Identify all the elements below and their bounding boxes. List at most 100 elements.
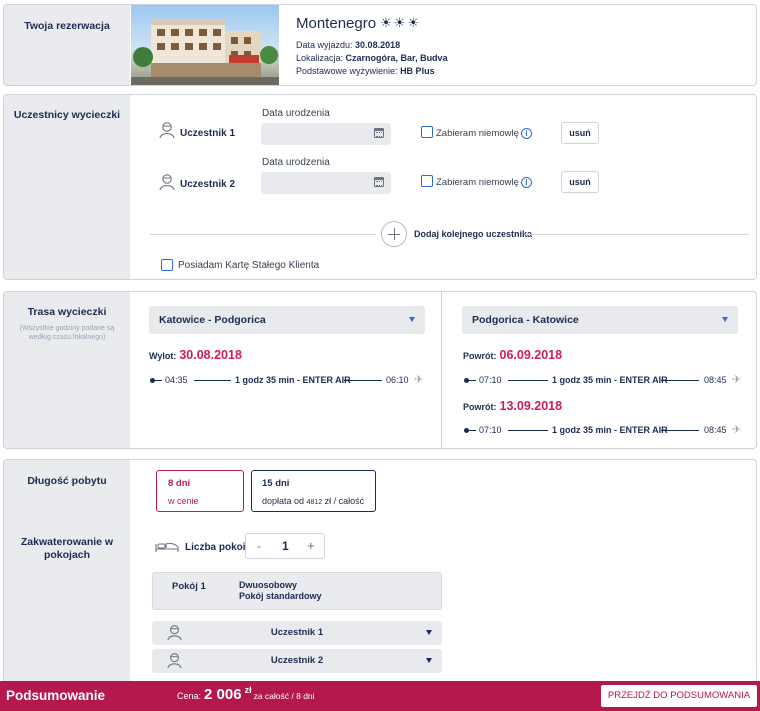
inbound-option-2-date-line[interactable]: Powrót: 13.09.2018 (463, 399, 562, 413)
stay-sidebar: Długość pobytu Zakwaterowanie w pokojach (4, 460, 130, 699)
room-name: Pokój 1 (172, 581, 206, 592)
plus-icon-vertical (394, 228, 395, 240)
participant-1-remove-button[interactable]: usuń (561, 122, 599, 144)
outbound-dep-time: 04:35 (165, 375, 188, 385)
add-participant-label[interactable]: Dodaj kolejnego uczestnika (414, 229, 532, 239)
participant-1-dob-label: Data urodzenia (262, 108, 330, 119)
stay-option-8-days[interactable]: 8 dni w cenie (156, 470, 244, 512)
rooms-stepper[interactable]: - 1 + (245, 533, 325, 559)
price-label: Cena: (177, 691, 202, 701)
flight-line (154, 380, 162, 381)
reservation-section: Twoja rezerwacja Montenegro ☀☀☀ Data wyj… (3, 4, 757, 86)
add-participant-button[interactable] (381, 221, 407, 247)
inbound-option-1-arr-time: 08:45 (704, 375, 727, 385)
info-icon[interactable]: i (521, 177, 532, 188)
summary-price: Cena: 2 006 zł za całość / 8 dni (177, 685, 315, 703)
participants-side-title: Uczestnicy wycieczki (13, 109, 121, 121)
price-currency: zł (244, 685, 252, 695)
flight-line (468, 430, 476, 431)
go-to-summary-button[interactable]: PRZEJDŹ DO PODSUMOWANIA (601, 685, 757, 707)
rooms-increment-button[interactable]: + (307, 538, 315, 553)
inbound-option-2-dep-time: 07:10 (479, 425, 502, 435)
room-participant-value-2: Uczestnik 2 (270, 655, 324, 666)
rooms-count-value: 1 (282, 539, 289, 553)
board-value: HB Plus (400, 66, 435, 76)
airplane-icon: ✈ (732, 424, 742, 436)
room-type-1: Dwuosobowy (239, 580, 297, 590)
departure-line: Data wyjazdu: 30.08.2018 (296, 40, 400, 50)
participant-2-remove-button[interactable]: usuń (561, 171, 599, 193)
route-side-title: Trasa wycieczki (27, 306, 107, 318)
flight-line (661, 380, 699, 381)
inbound-option-2-date: 13.09.2018 (499, 399, 563, 413)
loyalty-card-checkbox[interactable] (161, 259, 173, 271)
outbound-arr-time: 06:10 (386, 375, 409, 385)
flight-line (661, 430, 699, 431)
hotel-name[interactable]: Montenegro (296, 15, 376, 32)
airplane-icon: ✈ (414, 374, 424, 386)
outbound-date: 30.08.2018 (179, 348, 242, 362)
participants-section: Uczestnicy wycieczki Uczestnik 1 Data ur… (3, 94, 757, 280)
participant-1-infant-checkbox[interactable] (421, 126, 433, 138)
chevron-down-icon (426, 630, 432, 635)
outbound-route-value: Katowice - Podgorica (159, 314, 266, 326)
participant-2-infant-checkbox[interactable] (421, 175, 433, 187)
inbound-option-2-flight-info: 1 godz 35 min - ENTER AIR (552, 425, 668, 435)
calendar-icon[interactable] (374, 128, 384, 138)
participant-1-name: Uczestnik 1 (180, 128, 236, 139)
hotel-title-row: Montenegro ☀☀☀ (296, 14, 421, 32)
stay-option-8-title: 8 dni (168, 478, 191, 489)
info-icon[interactable]: i (521, 128, 532, 139)
participant-2-name: Uczestnik 2 (180, 179, 236, 190)
participant-2-dob-label: Data urodzenia (262, 157, 330, 168)
price-suffix: za całość / 8 dni (253, 691, 315, 701)
inbound-route-select[interactable]: Podgorica - Katowice (462, 306, 738, 334)
reservation-sidebar: Twoja rezerwacja (4, 5, 130, 85)
flight-line (194, 380, 231, 381)
room-participant-select-1[interactable]: Uczestnik 1 (152, 621, 442, 645)
stay-side-title: Długość pobytu (27, 475, 107, 487)
person-icon (159, 122, 175, 139)
summary-footer: Podsumowanie Cena: 2 006 zł za całość / … (0, 681, 760, 711)
airplane-icon: ✈ (732, 374, 742, 386)
hotel-photo[interactable] (131, 5, 279, 85)
chevron-down-icon (409, 317, 415, 322)
inbound-option-1-date: 06.09.2018 (499, 348, 563, 362)
chevron-down-icon (722, 317, 728, 322)
participant-2-infant-label[interactable]: Zabieram niemowlę (436, 177, 519, 188)
summary-title: Podsumowanie (6, 688, 106, 703)
loyalty-card-label[interactable]: Posiadam Kartę Stałego Klienta (178, 260, 319, 271)
stay-option-15-sub: dopłata od 4812 zł / całość (262, 496, 364, 506)
room-participant-select-2[interactable]: Uczestnik 2 (152, 649, 442, 673)
participants-sidebar: Uczestnicy wycieczki (4, 95, 130, 279)
divider (524, 234, 749, 235)
participant-1-infant-label[interactable]: Zabieram niemowlę (436, 128, 519, 139)
location-label: Lokalizacja: (296, 53, 344, 63)
calendar-icon[interactable] (374, 177, 384, 187)
reservation-side-title: Twoja rezerwacja (24, 20, 110, 32)
flight-line (508, 380, 548, 381)
stay-option-15-title: 15 dni (262, 478, 290, 489)
rooms-decrement-button[interactable]: - (257, 539, 261, 553)
rooms-side-title-1: Zakwaterowanie w (20, 536, 114, 548)
location-line: Lokalizacja: Czarnogóra, Bar, Budva (296, 53, 448, 63)
location-value: Czarnogóra, Bar, Budva (345, 53, 448, 63)
outbound-route-select[interactable]: Katowice - Podgorica (149, 306, 425, 334)
inbound-option-1-date-line[interactable]: Powrót: 06.09.2018 (463, 348, 562, 362)
outbound-date-label: Wylot: (149, 351, 177, 361)
inbound-route-value: Podgorica - Katowice (472, 314, 579, 326)
participant-1-dob-input[interactable] (261, 123, 391, 145)
person-icon (167, 625, 182, 641)
route-column-divider (441, 292, 442, 448)
chevron-down-icon (426, 658, 432, 663)
participant-2-dob-input[interactable] (261, 172, 391, 194)
rooms-side-title-2: pokojach (43, 549, 91, 561)
stay-option-15-sub-prefix: dopłata od (262, 496, 305, 506)
stay-option-15-days[interactable]: 15 dni dopłata od 4812 zł / całość (251, 470, 376, 512)
bed-icon (155, 542, 179, 552)
sun-rating-icons: ☀☀☀ (380, 15, 422, 30)
room-type-2: Pokój standardowy (239, 591, 322, 601)
stay-section: Długość pobytu Zakwaterowanie w pokojach… (3, 459, 757, 699)
board-label: Podstawowe wyżywienie: (296, 66, 398, 76)
inbound-option-1-flight-info: 1 godz 35 min - ENTER AIR (552, 375, 668, 385)
